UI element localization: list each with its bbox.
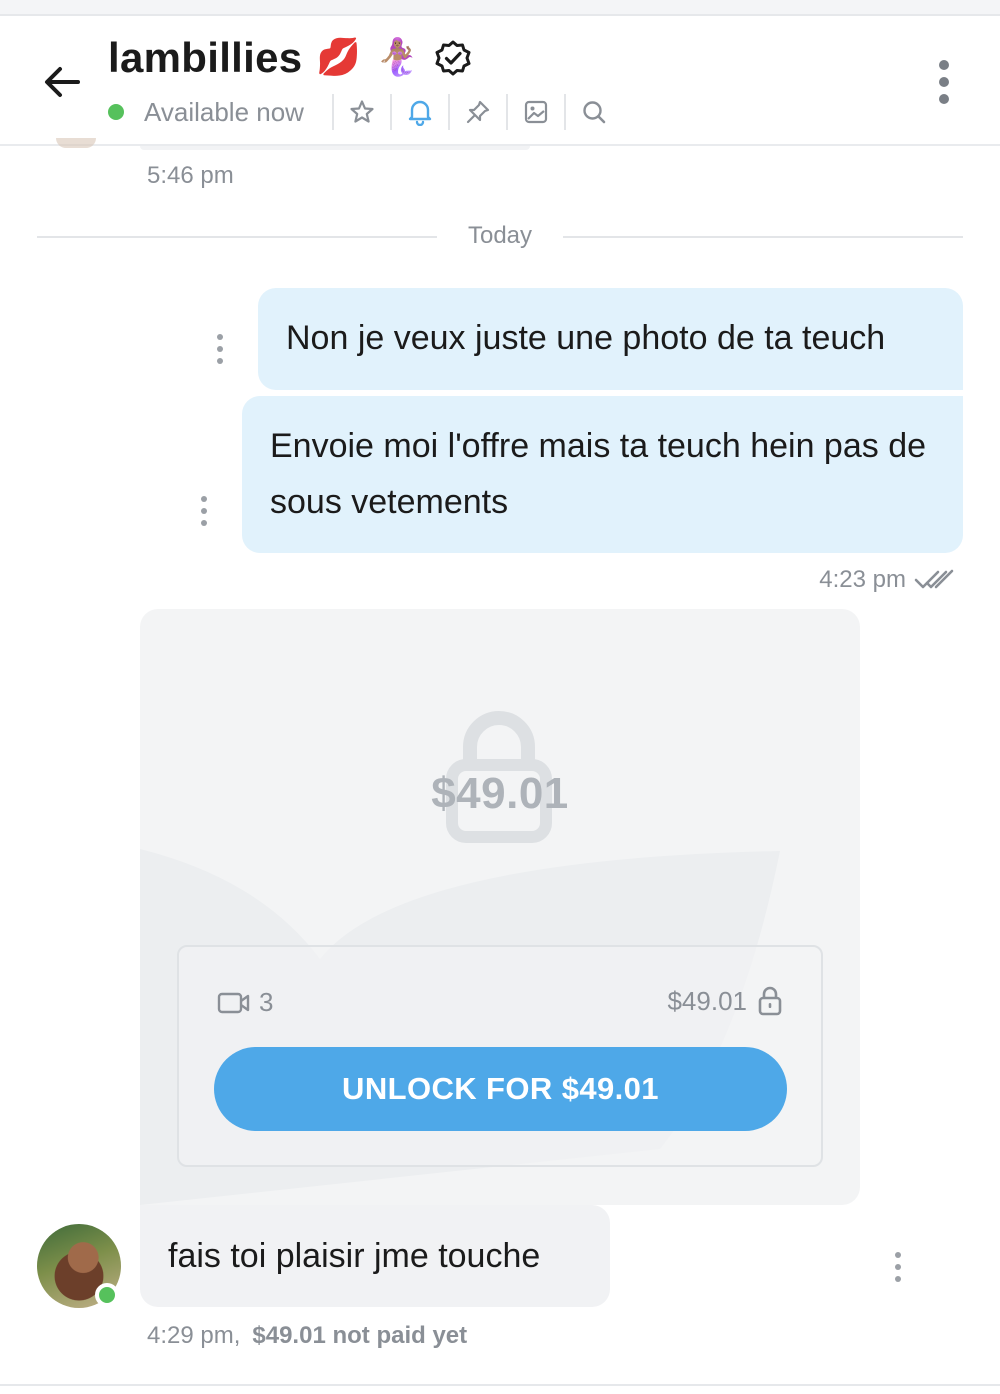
outgoing-time-label: 4:23 pm (819, 566, 906, 593)
toolbar-divider (447, 94, 450, 130)
bell-icon (408, 100, 432, 126)
incoming-message[interactable]: fais toi plaisir jme touche (140, 1205, 610, 1307)
more-vertical-icon (939, 60, 949, 70)
notifications-button[interactable] (406, 98, 434, 126)
card-price: $49.01 (667, 985, 783, 1017)
mermaid-emoji: 🧜🏽‍♀️ (375, 37, 421, 78)
outgoing-message[interactable]: Envoie moi l'offre mais ta teuch hein pa… (242, 396, 963, 553)
message-options-button[interactable] (210, 334, 230, 364)
toolbar-divider (563, 94, 566, 130)
outgoing-message-time: 4:23 pm (819, 566, 956, 594)
contact-name[interactable]: lambillies (108, 34, 302, 82)
card-price-label: $49.01 (667, 985, 747, 1016)
more-vertical-icon (217, 334, 223, 340)
double-check-icon (914, 569, 954, 589)
previous-bubble-edge (140, 146, 530, 150)
unlock-button[interactable]: UNLOCK FOR $49.01 (214, 1047, 787, 1131)
lock-icon (758, 986, 782, 1016)
toolbar-divider (505, 94, 508, 130)
previous-avatar-edge (56, 138, 96, 148)
previous-message-time: 5:46 pm (147, 162, 234, 189)
more-options-button[interactable] (928, 60, 960, 104)
date-divider: Today (37, 222, 963, 252)
verified-icon (434, 38, 474, 78)
locked-price-overlay: $49.01 (431, 769, 569, 818)
more-vertical-icon (895, 1252, 901, 1258)
back-button[interactable] (36, 56, 88, 108)
gallery-button[interactable] (522, 98, 550, 126)
outgoing-message[interactable]: Non je veux juste une photo de ta teuch (258, 288, 963, 390)
message-options-button[interactable] (194, 496, 214, 526)
image-icon (524, 100, 548, 124)
toolbar-divider (331, 94, 334, 130)
favorite-button[interactable] (348, 98, 376, 126)
message-options-button[interactable] (888, 1252, 908, 1282)
video-icon (217, 992, 250, 1013)
bottom-divider (0, 1384, 1000, 1386)
availability-status: Available now (144, 96, 304, 127)
header-toolbar: Available now (108, 92, 608, 132)
search-icon (583, 101, 606, 124)
media-count: 3 (217, 987, 273, 1018)
contact-name-row[interactable]: lambillies 💋 🧜🏽‍♀️ (108, 30, 474, 86)
star-icon (350, 100, 374, 123)
payment-status: $49.01 not paid yet (252, 1322, 468, 1349)
unlock-card: 3 $49.01 UNLOCK FOR $49.01 (177, 945, 823, 1167)
online-indicator (95, 1283, 119, 1307)
pin-icon (466, 100, 490, 124)
status-bar-strip (0, 0, 1000, 16)
back-arrow-icon (45, 67, 80, 97)
pin-button[interactable] (464, 98, 492, 126)
media-count-label: 3 (259, 987, 274, 1017)
online-status-dot (108, 104, 124, 120)
search-button[interactable] (580, 98, 608, 126)
chat-header: lambillies 💋 🧜🏽‍♀️ Available now (0, 16, 1000, 146)
incoming-message-meta: 4:29 pm, $49.01 not paid yet (147, 1322, 467, 1350)
toolbar-divider (389, 94, 392, 130)
incoming-time: 4:29 pm, (147, 1322, 241, 1349)
locked-media-message: $49.01 3 $49.01 UNLOCK FOR $49.01 (140, 609, 860, 1205)
kiss-emoji: 💋 (316, 37, 362, 78)
date-divider-label: Today (467, 222, 533, 249)
more-vertical-icon (201, 496, 207, 502)
